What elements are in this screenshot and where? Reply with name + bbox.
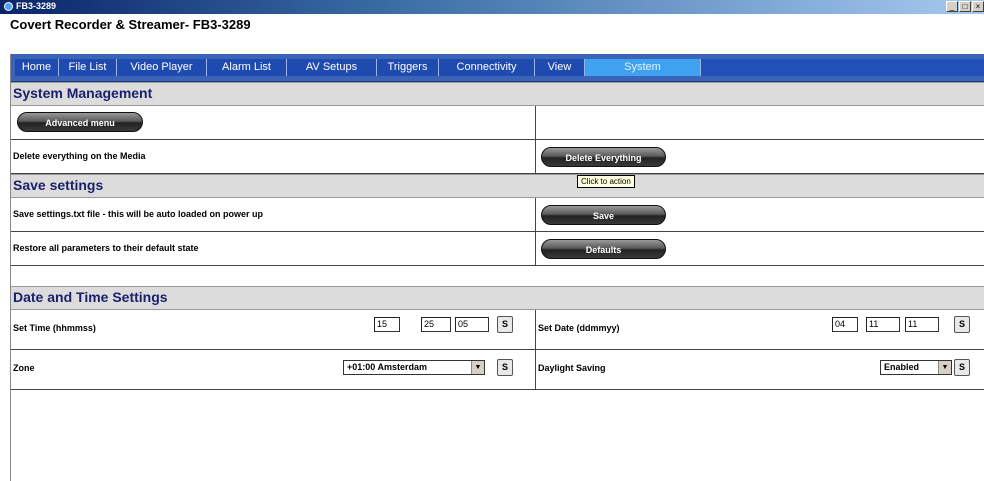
cell-delete-label: Delete everything on the Media — [11, 140, 536, 174]
tab-av-setups[interactable]: AV Setups — [287, 59, 377, 76]
delete-everything-button[interactable]: Delete Everything — [541, 147, 666, 167]
row-zone-dst: Zone +01:00 Amsterdam ▼ S Daylight Savin… — [11, 350, 984, 390]
set-date-button[interactable]: S — [954, 316, 970, 333]
nav-filler — [701, 59, 984, 76]
tab-view[interactable]: View — [535, 59, 585, 76]
tooltip: Click to action — [577, 175, 635, 188]
delete-label: Delete everything on the Media — [13, 151, 146, 161]
minimize-icon[interactable]: _ — [946, 1, 958, 12]
row-save: Save settings.txt file - this will be au… — [11, 198, 984, 232]
main-frame: Home File List Video Player Alarm List A… — [10, 54, 984, 481]
window-controls: _ □ × — [946, 1, 984, 12]
dst-value: Enabled — [884, 362, 920, 372]
close-icon[interactable]: × — [972, 1, 984, 12]
chevron-down-icon[interactable]: ▼ — [471, 361, 484, 374]
window-titlebar: FB3-3289 _ □ × — [0, 0, 984, 14]
cell-delete-button: Delete Everything — [536, 140, 984, 174]
tab-system[interactable]: System — [585, 59, 701, 76]
cell-defaults-button: Defaults — [536, 232, 984, 266]
row-delete: Delete everything on the Media Delete Ev… — [11, 140, 984, 174]
set-dst-button[interactable]: S — [954, 359, 970, 376]
maximize-icon[interactable]: □ — [959, 1, 971, 12]
row-defaults: Restore all parameters to their default … — [11, 232, 984, 266]
section-save-settings: Save settings — [11, 174, 984, 198]
zone-label: Zone — [13, 363, 35, 373]
save-label: Save settings.txt file - this will be au… — [13, 209, 264, 219]
save-button[interactable]: Save — [541, 205, 666, 225]
cell-defaults-label: Restore all parameters to their default … — [11, 232, 536, 266]
section-heading: Date and Time Settings — [13, 289, 168, 305]
cell-zone: Zone +01:00 Amsterdam ▼ S — [11, 350, 536, 390]
row-advanced: Advanced menu — [11, 106, 984, 140]
section-heading: System Management — [13, 85, 153, 101]
set-zone-button[interactable]: S — [497, 359, 513, 376]
tab-alarm-list[interactable]: Alarm List — [207, 59, 287, 76]
tab-triggers[interactable]: Triggers — [377, 59, 439, 76]
section-heading: Save settings — [13, 177, 104, 193]
date-day-input[interactable]: 04 — [832, 317, 858, 332]
defaults-button[interactable]: Defaults — [541, 239, 666, 259]
app-icon — [4, 2, 13, 11]
time-label: Set Time (hhmmss) — [13, 323, 96, 333]
zone-select[interactable]: +01:00 Amsterdam ▼ — [343, 360, 485, 375]
tab-video-player[interactable]: Video Player — [117, 59, 207, 76]
chevron-down-icon[interactable]: ▼ — [938, 361, 951, 374]
zone-value: +01:00 Amsterdam — [347, 362, 427, 372]
cell-advanced: Advanced menu — [11, 106, 536, 140]
section-system-management: System Management — [11, 82, 984, 106]
cell-empty — [536, 106, 984, 140]
advanced-menu-button[interactable]: Advanced menu — [17, 112, 143, 132]
dst-label: Daylight Saving — [538, 363, 606, 373]
cell-date: Set Date (ddmmyy) 04 11 11 S — [536, 310, 984, 350]
time-seconds-input[interactable]: 05 — [455, 317, 489, 332]
time-hours-input[interactable]: 15 — [374, 317, 400, 332]
set-time-button[interactable]: S — [497, 316, 513, 333]
cell-dst: Daylight Saving Enabled ▼ S — [536, 350, 984, 390]
nav-bar: Home File List Video Player Alarm List A… — [11, 54, 984, 82]
date-month-input[interactable]: 11 — [866, 317, 900, 332]
section-date-time: Date and Time Settings — [11, 286, 984, 310]
app-title: Covert Recorder & Streamer- FB3-3289 — [10, 17, 251, 32]
tab-connectivity[interactable]: Connectivity — [439, 59, 535, 76]
date-label: Set Date (ddmmyy) — [538, 323, 620, 333]
tab-file-list[interactable]: File List — [59, 59, 117, 76]
date-year-input[interactable]: 11 — [905, 317, 939, 332]
cell-save-button: Save — [536, 198, 984, 232]
restore-label: Restore all parameters to their default … — [13, 243, 199, 253]
tab-home[interactable]: Home — [15, 59, 59, 76]
cell-save-label: Save settings.txt file - this will be au… — [11, 198, 536, 232]
time-minutes-input[interactable]: 25 — [421, 317, 451, 332]
cell-time: Set Time (hhmmss) 15 25 05 S — [11, 310, 536, 350]
row-time-date: Set Time (hhmmss) 15 25 05 S Set Date (d… — [11, 310, 984, 350]
window-title: FB3-3289 — [16, 1, 57, 11]
dst-select[interactable]: Enabled ▼ — [880, 360, 952, 375]
